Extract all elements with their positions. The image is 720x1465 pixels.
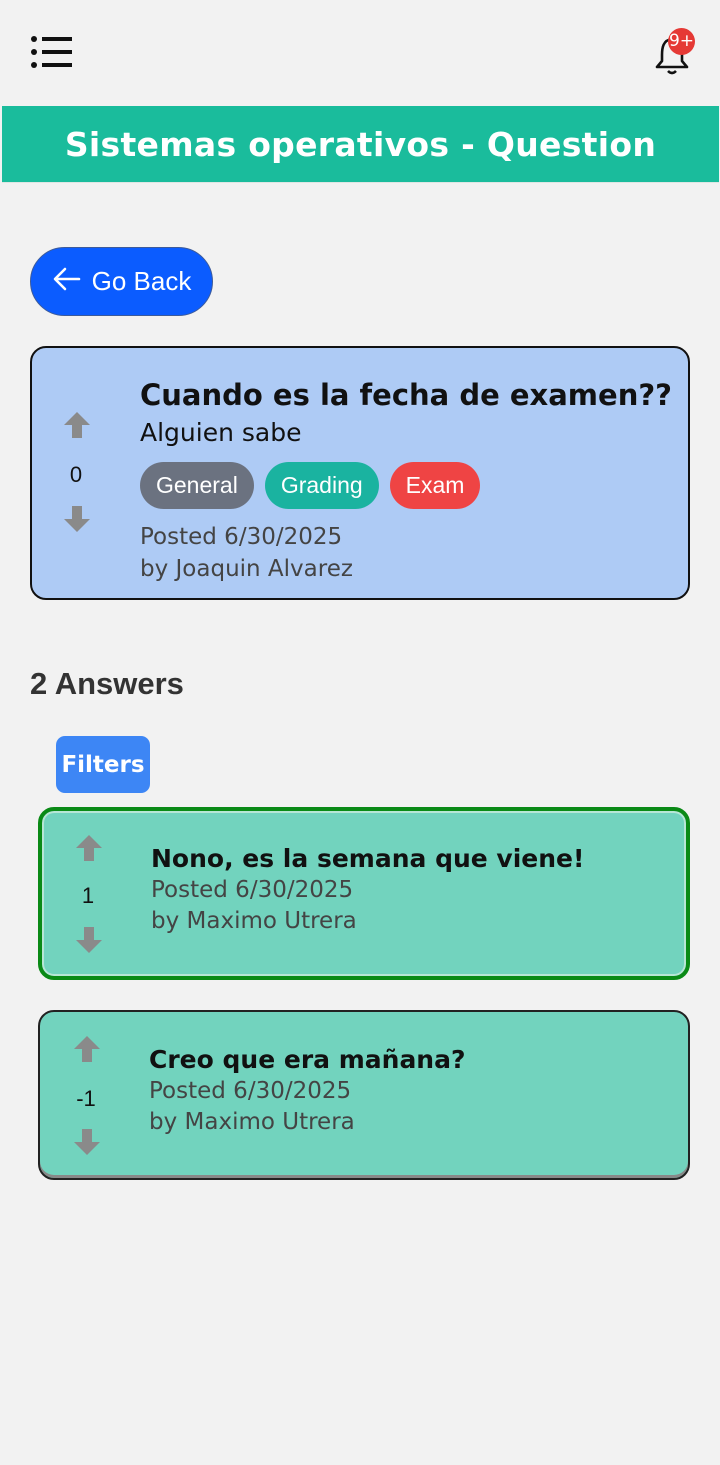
answer-author: by Maximo Utrera — [149, 1109, 355, 1135]
go-back-button[interactable]: Go Back — [30, 247, 213, 316]
question-card: 0 Cuando es la fecha de examen?? Alguien… — [30, 346, 690, 600]
page-header: Sistemas operativos - Question — [2, 106, 719, 183]
answer-card-accepted: 1 Nono, es la semana que viene! Posted 6… — [38, 807, 690, 980]
arrow-down-icon[interactable] — [72, 1127, 102, 1163]
answer-text: Creo que era mañana? — [149, 1045, 466, 1074]
question-posted-date: Posted 6/30/2025 — [140, 524, 343, 550]
answers-heading: 2 Answers — [30, 666, 184, 701]
answer-posted-date: Posted 6/30/2025 — [149, 1078, 352, 1104]
arrow-left-icon — [52, 266, 82, 298]
filters-button[interactable]: Filters — [56, 736, 150, 793]
answer-text: Nono, es la semana que viene! — [151, 844, 585, 873]
answer-card: -1 Creo que era mañana? Posted 6/30/2025… — [38, 1010, 690, 1180]
answer-author: by Maximo Utrera — [151, 908, 357, 934]
menu-list-icon[interactable] — [30, 32, 76, 72]
arrow-down-icon[interactable] — [62, 504, 92, 540]
tag-exam[interactable]: Exam — [389, 462, 481, 509]
question-title: Cuando es la fecha de examen?? — [140, 378, 672, 412]
page-title: Sistemas operativos - Question — [64, 124, 657, 164]
arrow-up-icon[interactable] — [62, 410, 92, 446]
top-bar: 9+ — [0, 0, 720, 104]
answer-vote-count: -1 — [76, 1086, 96, 1111]
tag-general[interactable]: General — [140, 462, 254, 509]
tag-list: General Grading Exam — [140, 462, 481, 509]
answer-posted-date: Posted 6/30/2025 — [151, 877, 354, 903]
notification-badge: 9+ — [668, 28, 695, 55]
go-back-label: Go Back — [91, 266, 192, 296]
question-vote-count: 0 — [69, 462, 83, 487]
question-author: by Joaquin Alvarez — [140, 556, 353, 582]
arrow-up-icon[interactable] — [72, 1034, 102, 1070]
question-body: Alguien sabe — [140, 418, 302, 447]
tag-grading[interactable]: Grading — [264, 462, 379, 509]
arrow-up-icon[interactable] — [74, 833, 104, 869]
answer-vote-count: 1 — [81, 883, 95, 908]
arrow-down-icon[interactable] — [74, 925, 104, 961]
